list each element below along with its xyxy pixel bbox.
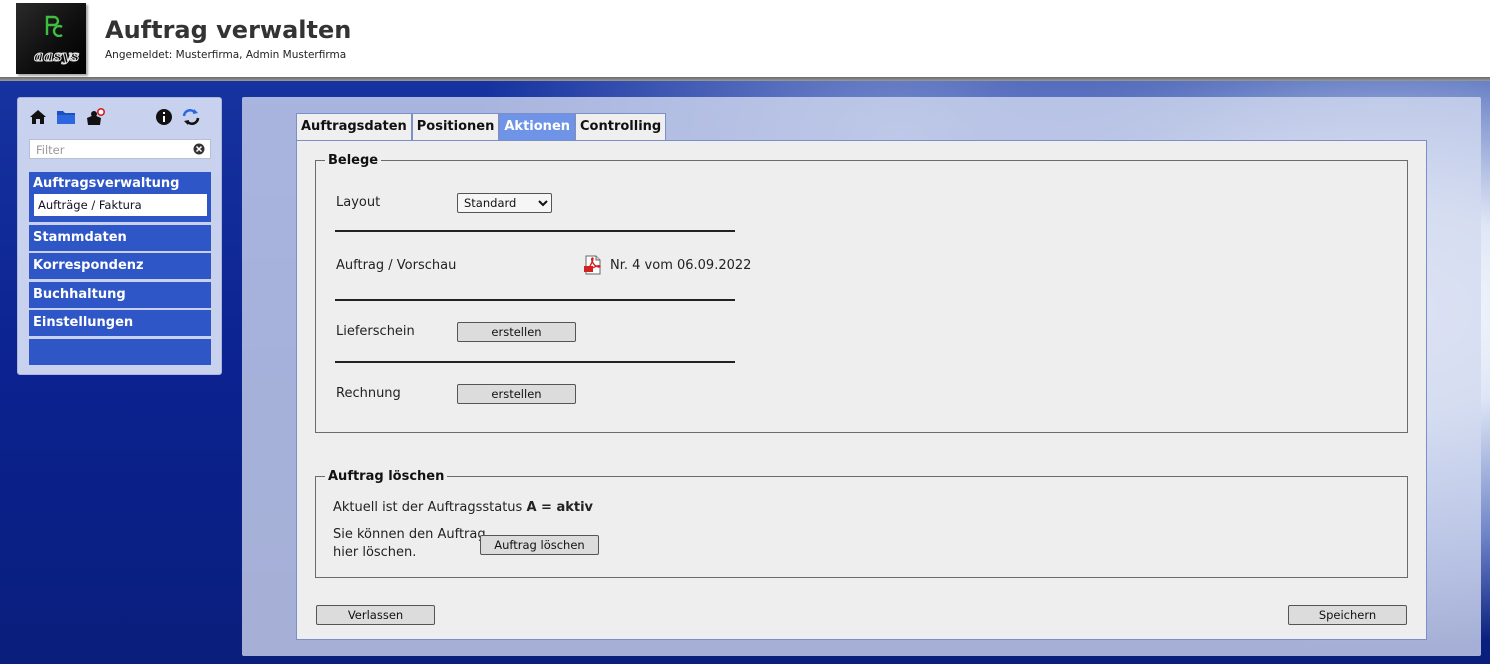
tab-aktionen[interactable]: Aktionen	[499, 113, 576, 140]
preview-pdf-link[interactable]: Nr. 4 vom 06.09.2022	[610, 258, 751, 273]
pdf-icon[interactable]	[583, 255, 603, 275]
belege-legend: Belege	[328, 153, 379, 168]
create-lieferschein-button[interactable]: erstellen	[457, 322, 576, 342]
order-status-value: A = aktiv	[526, 500, 594, 515]
app-header: aasys Auftrag verwalten Angemeldet: Must…	[0, 0, 1490, 80]
nav-item-einstellungen[interactable]: Einstellungen	[29, 310, 211, 336]
nav-subitem-auftraege-faktura[interactable]: Aufträge / Faktura	[34, 194, 207, 216]
home-icon[interactable]	[28, 108, 48, 126]
nav-item-empty	[29, 339, 211, 365]
create-rechnung-button[interactable]: erstellen	[457, 384, 576, 404]
filter-field[interactable]	[29, 139, 211, 159]
lieferschein-label: Lieferschein	[336, 324, 415, 339]
app-logo[interactable]: aasys	[16, 3, 86, 74]
save-button[interactable]: Speichern	[1288, 605, 1407, 625]
layout-label: Layout	[336, 195, 381, 210]
clear-filter-icon[interactable]	[193, 143, 205, 155]
nav-item-buchhaltung[interactable]: Buchhaltung	[29, 282, 211, 308]
nav-item-auftragsverwaltung[interactable]: Auftragsverwaltung	[29, 172, 211, 194]
delete-order-fieldset: Auftrag löschen	[315, 469, 1408, 578]
divider	[335, 361, 735, 363]
nav-item-stammdaten[interactable]: Stammdaten	[29, 225, 211, 251]
delete-hint-line1: Sie können den Auftrag	[333, 527, 486, 542]
tab-bar: Auftragsdaten Positionen Aktionen Contro…	[296, 113, 667, 140]
logo-mark-icon	[45, 15, 63, 37]
nav-item-korrespondenz[interactable]: Korrespondenz	[29, 253, 211, 279]
folder-icon[interactable]	[56, 108, 76, 126]
tab-positionen[interactable]: Positionen	[411, 113, 500, 140]
divider	[335, 299, 735, 301]
user-logout-icon[interactable]	[85, 108, 105, 126]
nav-group-auftragsverwaltung: Auftragsverwaltung Aufträge / Faktura	[29, 172, 211, 222]
logo-text: aasys	[33, 47, 80, 66]
page-title: Auftrag verwalten	[105, 16, 352, 44]
order-status-prefix: Aktuell ist der Auftragsstatus	[333, 500, 527, 515]
info-icon[interactable]	[154, 108, 174, 126]
tab-auftragsdaten[interactable]: Auftragsdaten	[296, 113, 412, 140]
tab-controlling[interactable]: Controlling	[575, 113, 667, 140]
rechnung-label: Rechnung	[336, 386, 401, 401]
layout-select[interactable]: Standard	[457, 193, 552, 213]
delete-order-button[interactable]: Auftrag löschen	[480, 535, 599, 555]
refresh-icon[interactable]	[181, 108, 201, 126]
divider	[335, 230, 735, 232]
leave-button[interactable]: Verlassen	[316, 605, 435, 625]
order-status-text: Aktuell ist der Auftragsstatus A = aktiv	[333, 500, 593, 515]
delete-order-legend: Auftrag löschen	[328, 469, 445, 484]
filter-input[interactable]	[34, 141, 188, 159]
sidebar: Auftragsverwaltung Aufträge / Faktura St…	[17, 97, 222, 375]
preview-label: Auftrag / Vorschau	[336, 258, 457, 273]
delete-hint-line2: hier löschen.	[333, 545, 417, 560]
login-info: Angemeldet: Musterfirma, Admin Musterfir…	[105, 49, 347, 61]
